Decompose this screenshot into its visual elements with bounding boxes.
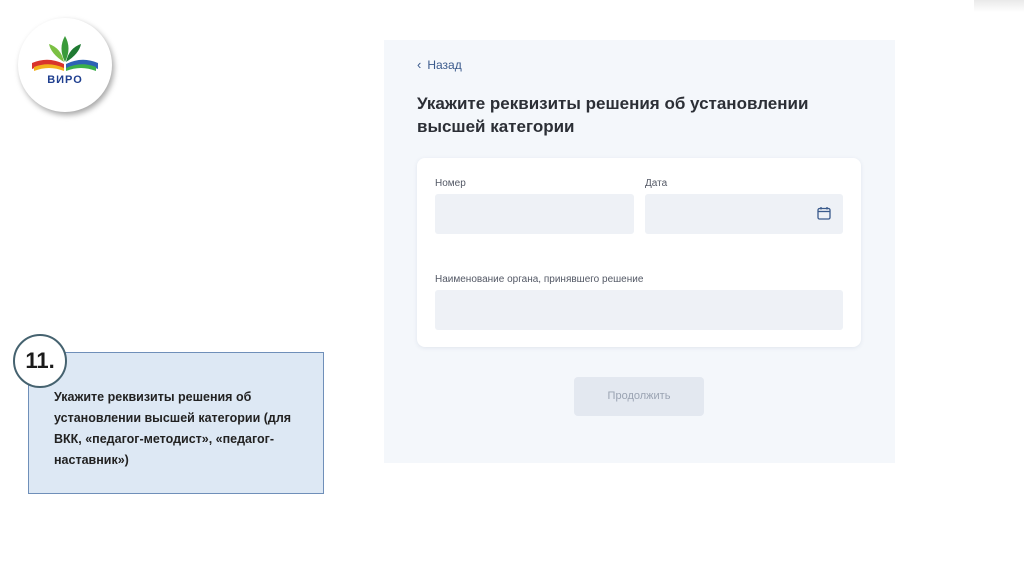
date-field-label: Дата xyxy=(645,178,668,189)
continue-button[interactable]: Продолжить xyxy=(574,377,704,416)
viro-logo-emblem xyxy=(32,36,98,71)
chevron-left-icon: ‹ xyxy=(417,57,422,72)
app-screenshot-panel: ‹ Назад Укажите реквизиты решения об уст… xyxy=(384,40,895,463)
page-title: Укажите реквизиты решения об установлени… xyxy=(417,94,809,136)
back-link-label: Назад xyxy=(427,58,462,72)
form-card: Номер Дата Наименование органа, принявше… xyxy=(417,158,861,347)
organ-field[interactable] xyxy=(435,290,843,330)
viro-logo: ВИРО xyxy=(18,18,112,112)
date-field[interactable] xyxy=(645,194,843,234)
step-description: Укажите реквизиты решения об установлени… xyxy=(54,390,292,467)
number-field-label: Номер xyxy=(435,178,466,189)
logo-text: ВИРО xyxy=(47,74,83,86)
back-link[interactable]: ‹ Назад xyxy=(417,58,462,72)
slide-corner-decoration xyxy=(974,0,1024,12)
organ-field-label: Наименование органа, принявшего решение xyxy=(435,274,644,285)
calendar-icon[interactable] xyxy=(817,206,831,225)
number-field[interactable] xyxy=(435,194,634,234)
step-number-badge: 11. xyxy=(13,334,67,388)
